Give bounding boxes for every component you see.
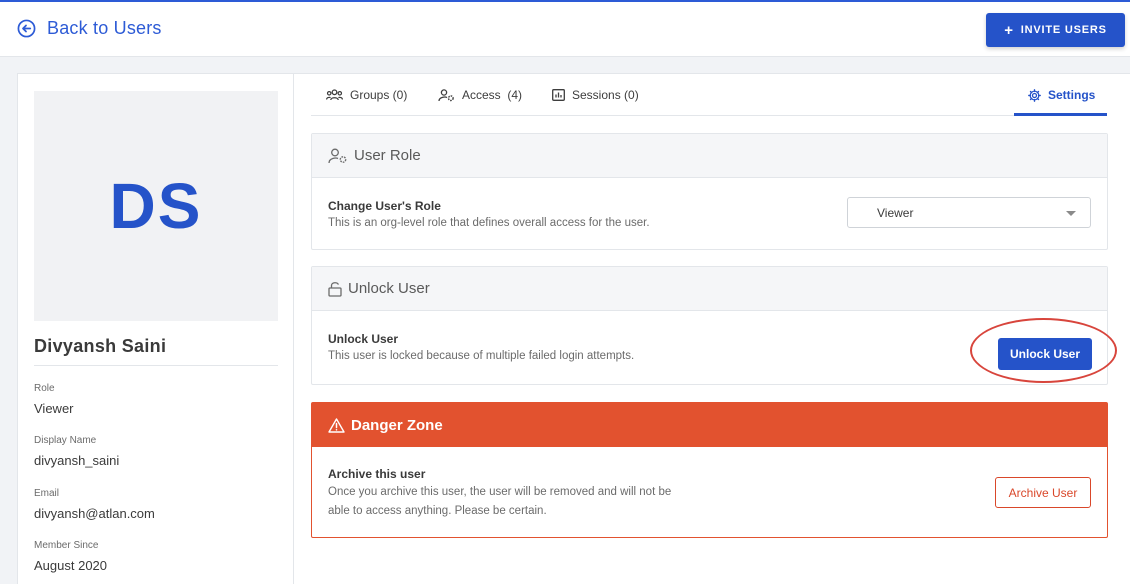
email-value: divyansh@atlan.com <box>34 506 155 521</box>
plus-icon: + <box>1004 21 1014 39</box>
archive-user-button[interactable]: Archive User <box>995 477 1091 508</box>
groups-icon <box>326 89 343 101</box>
unlock-user-button[interactable]: Unlock User <box>998 338 1092 370</box>
change-role-title: Change User's Role <box>328 199 441 213</box>
danger-zone-header: Danger Zone <box>312 403 1107 447</box>
user-name: Divyansh Saini <box>34 336 278 366</box>
display-name-value: divyansh_saini <box>34 453 120 468</box>
invite-users-label: INVITE USERS <box>1020 24 1107 36</box>
sessions-icon <box>552 89 565 101</box>
archive-description-line2: able to access anything. Please be certa… <box>328 505 547 517</box>
invite-users-button[interactable]: + INVITE USERS <box>986 13 1125 47</box>
user-gear-icon <box>328 148 347 163</box>
member-since-value: August 2020 <box>34 558 108 573</box>
back-to-users-link[interactable]: Back to Users <box>17 18 162 39</box>
email-label: Email <box>34 488 60 499</box>
change-role-description: This is an org-level role that defines o… <box>328 217 650 229</box>
danger-zone-section: Danger Zone Archive this user Once you a… <box>311 402 1108 538</box>
tab-access-label: Access (4) <box>462 88 523 102</box>
warning-icon <box>328 417 345 433</box>
back-label: Back to Users <box>47 18 162 38</box>
tab-groups-label: Groups (0) <box>350 88 408 102</box>
profile-card: DS Divyansh Saini Role Viewer Display Na… <box>17 73 294 584</box>
user-role-header: User Role <box>312 134 1107 178</box>
user-role-section: User Role Change User's Role This is an … <box>311 133 1108 250</box>
unlock-icon <box>328 281 342 297</box>
unlock-user-header: Unlock User <box>312 267 1107 311</box>
gear-icon <box>1028 88 1041 102</box>
tab-sessions[interactable]: Sessions (0) <box>552 88 639 102</box>
access-icon <box>438 88 454 101</box>
tab-settings[interactable]: Settings <box>1028 88 1095 102</box>
member-since-label: Member Since <box>34 540 99 551</box>
role-label: Role <box>34 383 55 394</box>
danger-zone-heading: Danger Zone <box>351 416 443 434</box>
tab-access[interactable]: Access (4) <box>438 88 522 102</box>
unlock-user-title: Unlock User <box>328 332 399 346</box>
role-value: Viewer <box>34 401 74 416</box>
chevron-down-icon <box>1066 211 1076 216</box>
tab-sessions-label: Sessions (0) <box>572 88 639 102</box>
unlock-user-description: This user is locked because of multiple … <box>328 350 635 362</box>
unlock-user-heading: Unlock User <box>348 280 430 297</box>
tab-settings-label: Settings <box>1048 88 1096 102</box>
role-select-value: Viewer <box>877 205 914 220</box>
arrow-left-circle-icon <box>17 19 36 38</box>
archive-user-title: Archive this user <box>328 467 426 481</box>
display-name-label: Display Name <box>34 435 97 446</box>
page-header: Back to Users + INVITE USERS <box>0 2 1130 57</box>
tab-groups[interactable]: Groups (0) <box>326 88 407 102</box>
archive-description-line1: Once you archive this user, the user wil… <box>328 486 672 498</box>
role-select[interactable]: Viewer <box>847 197 1091 228</box>
settings-panel: Groups (0) Access (4) Sessions (0) Setti… <box>294 73 1130 584</box>
tab-bar: Groups (0) Access (4) Sessions (0) Setti… <box>311 74 1107 116</box>
active-tab-indicator <box>1014 113 1107 116</box>
avatar: DS <box>34 91 278 321</box>
unlock-user-section: Unlock User Unlock User This user is loc… <box>311 266 1117 385</box>
avatar-initials: DS <box>109 170 203 242</box>
user-role-heading: User Role <box>354 147 421 164</box>
